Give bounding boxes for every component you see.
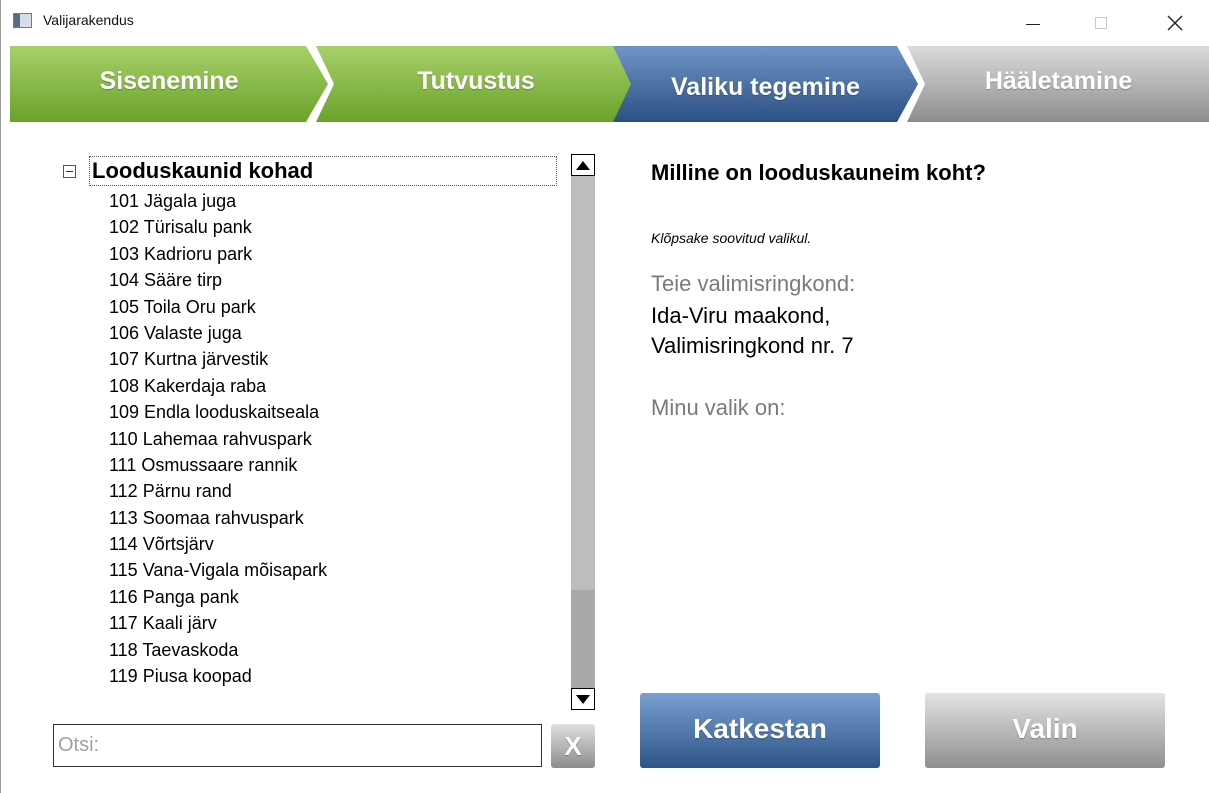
- list-item[interactable]: 110 Lahemaa rahvuspark: [109, 426, 573, 452]
- minimize-icon: [1026, 23, 1040, 25]
- search-input[interactable]: [53, 724, 542, 767]
- step-haaletamine: Hääletamine: [907, 46, 1209, 122]
- district-value: Ida-Viru maakond, Valimisringkond nr. 7: [651, 301, 1051, 361]
- tree-group-title[interactable]: Looduskaunid kohad: [89, 156, 557, 186]
- step-label: Valiku tegemine: [671, 72, 860, 101]
- candidate-tree: Looduskaunid kohad 101 Jägala juga 102 T…: [63, 154, 573, 710]
- arrow-down-icon: [576, 694, 590, 704]
- list-item[interactable]: 118 Taevaskoda: [109, 637, 573, 663]
- title-bar: Valijarakendus: [1, 0, 1209, 46]
- step-label: Sisenemine: [99, 66, 239, 95]
- maximize-icon: [1095, 17, 1107, 29]
- arrow-up-icon: [576, 160, 590, 170]
- scroll-track-lower[interactable]: [571, 590, 595, 688]
- cancel-button[interactable]: Katkestan: [640, 693, 880, 768]
- close-button[interactable]: [1152, 8, 1198, 38]
- minimize-button[interactable]: [1010, 8, 1056, 38]
- collapse-icon[interactable]: [63, 164, 76, 178]
- list-item[interactable]: 104 Sääre tirp: [109, 267, 573, 293]
- step-sisenemine: Sisenemine: [10, 46, 328, 122]
- list-item[interactable]: 103 Kadrioru park: [109, 241, 573, 267]
- list-item[interactable]: 109 Endla looduskaitseala: [109, 399, 573, 425]
- list-item[interactable]: 117 Kaali järv: [109, 610, 573, 636]
- question-title: Milline on looduskauneim koht?: [651, 160, 986, 185]
- progress-steps: Sisenemine Tutvustus Valiku tegemine Hää…: [10, 46, 1209, 122]
- close-icon: [1167, 15, 1183, 31]
- district-county: Ida-Viru maakond,: [651, 303, 831, 328]
- tree-scrollbar[interactable]: [571, 154, 595, 710]
- district-label: Teie valimisringkond:: [651, 271, 856, 296]
- list-item[interactable]: 115 Vana-Vigala mõisapark: [109, 557, 573, 583]
- window-title: Valijarakendus: [43, 12, 134, 28]
- clear-search-button[interactable]: X: [551, 724, 595, 768]
- step-label: Hääletamine: [984, 66, 1133, 95]
- tree-group-header[interactable]: Looduskaunid kohad: [63, 154, 573, 188]
- app-window-icon: [13, 13, 32, 28]
- step-tutvustus: Tutvustus: [316, 46, 636, 122]
- list-item[interactable]: 114 Võrtsjärv: [109, 531, 573, 557]
- list-item[interactable]: 119 Piusa koopad: [109, 663, 573, 689]
- choose-button[interactable]: Valin: [925, 693, 1165, 768]
- step-valiku-tegemine: Valiku tegemine: [613, 46, 918, 122]
- step-label: Tutvustus: [417, 66, 535, 95]
- tree-item-list: 101 Jägala juga 102 Türisalu pank 103 Ka…: [63, 188, 573, 689]
- scroll-down-button[interactable]: [571, 688, 595, 710]
- my-choice-label: Minu valik on:: [651, 395, 786, 420]
- district-number: Valimisringkond nr. 7: [651, 333, 854, 358]
- list-item[interactable]: 113 Soomaa rahvuspark: [109, 505, 573, 531]
- list-item[interactable]: 108 Kakerdaja raba: [109, 373, 573, 399]
- scroll-up-button[interactable]: [571, 154, 595, 176]
- list-item[interactable]: 112 Pärnu rand: [109, 478, 573, 504]
- list-item[interactable]: 105 Toila Oru park: [109, 294, 573, 320]
- list-item[interactable]: 102 Türisalu pank: [109, 214, 573, 240]
- list-item[interactable]: 101 Jägala juga: [109, 188, 573, 214]
- maximize-button[interactable]: [1078, 8, 1124, 38]
- list-item[interactable]: 111 Osmussaare rannik: [109, 452, 573, 478]
- app-window: Valijarakendus Sisenemine Tutvustus Vali…: [0, 0, 1209, 793]
- list-item[interactable]: 106 Valaste juga: [109, 320, 573, 346]
- list-item[interactable]: 116 Panga pank: [109, 584, 573, 610]
- instruction-text: Klõpsake soovitud valikul.: [651, 230, 812, 246]
- list-item[interactable]: 107 Kurtna järvestik: [109, 346, 573, 372]
